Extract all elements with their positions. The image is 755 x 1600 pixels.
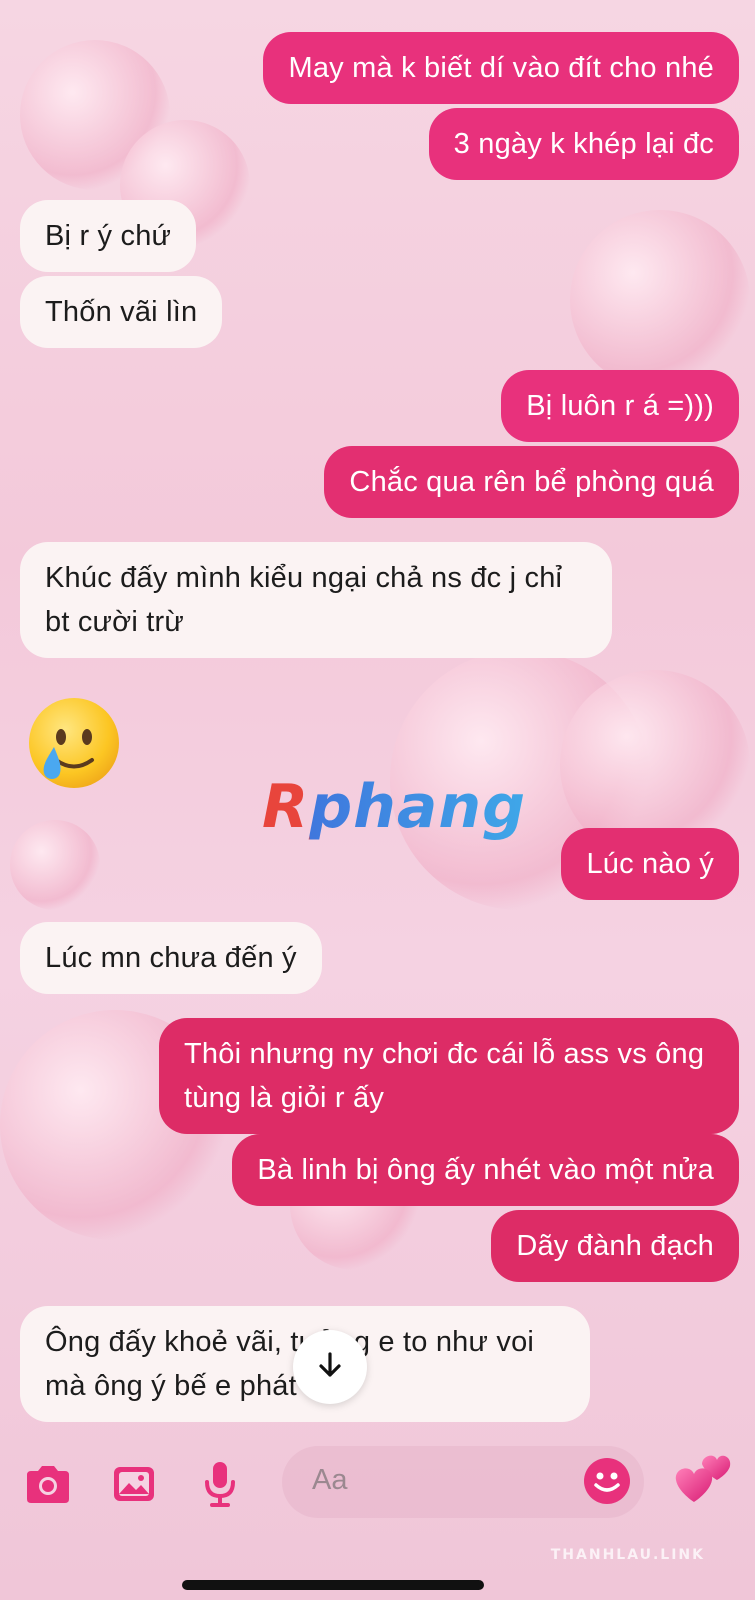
- gallery-icon[interactable]: [108, 1458, 160, 1510]
- message-bubble-received[interactable]: Thốn vãi lìn: [20, 276, 223, 348]
- scroll-to-bottom-button[interactable]: [293, 1330, 367, 1404]
- message-bubble-received[interactable]: Bị r ý chứ: [20, 200, 197, 272]
- credit-watermark: THANHLAU.LINK: [550, 1547, 705, 1563]
- camera-icon[interactable]: [22, 1458, 74, 1510]
- message-bubble-received[interactable]: Lúc mn chưa đến ý: [20, 922, 322, 994]
- message-bubble-sent[interactable]: May mà k biết dí vào đít cho nhé: [263, 32, 739, 104]
- message-bubble-sent[interactable]: 3 ngày k khép lại đc: [428, 108, 739, 180]
- message-bubble-sent[interactable]: Lúc nào ý: [561, 828, 739, 900]
- message-bubble-sent[interactable]: Bị luôn r á =))): [501, 370, 739, 442]
- message-bubble-sent[interactable]: Thôi nhưng ny chơi đc cái lỗ ass vs ông …: [159, 1018, 739, 1134]
- message-bubble-sent[interactable]: Dãy đành đạch: [491, 1210, 739, 1282]
- message-composer: Aa: [0, 1440, 755, 1530]
- home-indicator[interactable]: [182, 1580, 484, 1590]
- message-input-placeholder: Aa: [312, 1464, 348, 1496]
- watermark-logo: Rphang: [262, 772, 527, 842]
- microphone-icon[interactable]: [194, 1458, 246, 1510]
- message-bubble-sent[interactable]: Chắc qua rên bể phòng quá: [324, 446, 739, 518]
- crying-smile-emoji[interactable]: [26, 695, 122, 791]
- hearts-icon[interactable]: [672, 1450, 732, 1510]
- arrow-down-icon: [314, 1349, 346, 1386]
- message-thread: May mà k biết dí vào đít cho nhé 3 ngày …: [0, 0, 755, 1422]
- emoji-icon[interactable]: [584, 1458, 630, 1504]
- message-bubble-received[interactable]: Khúc đấy mình kiểu ngại chả ns đc j chỉ …: [20, 542, 612, 658]
- message-input[interactable]: Aa: [282, 1446, 644, 1518]
- message-bubble-sent[interactable]: Bà linh bị ông ấy nhét vào một nửa: [232, 1134, 739, 1206]
